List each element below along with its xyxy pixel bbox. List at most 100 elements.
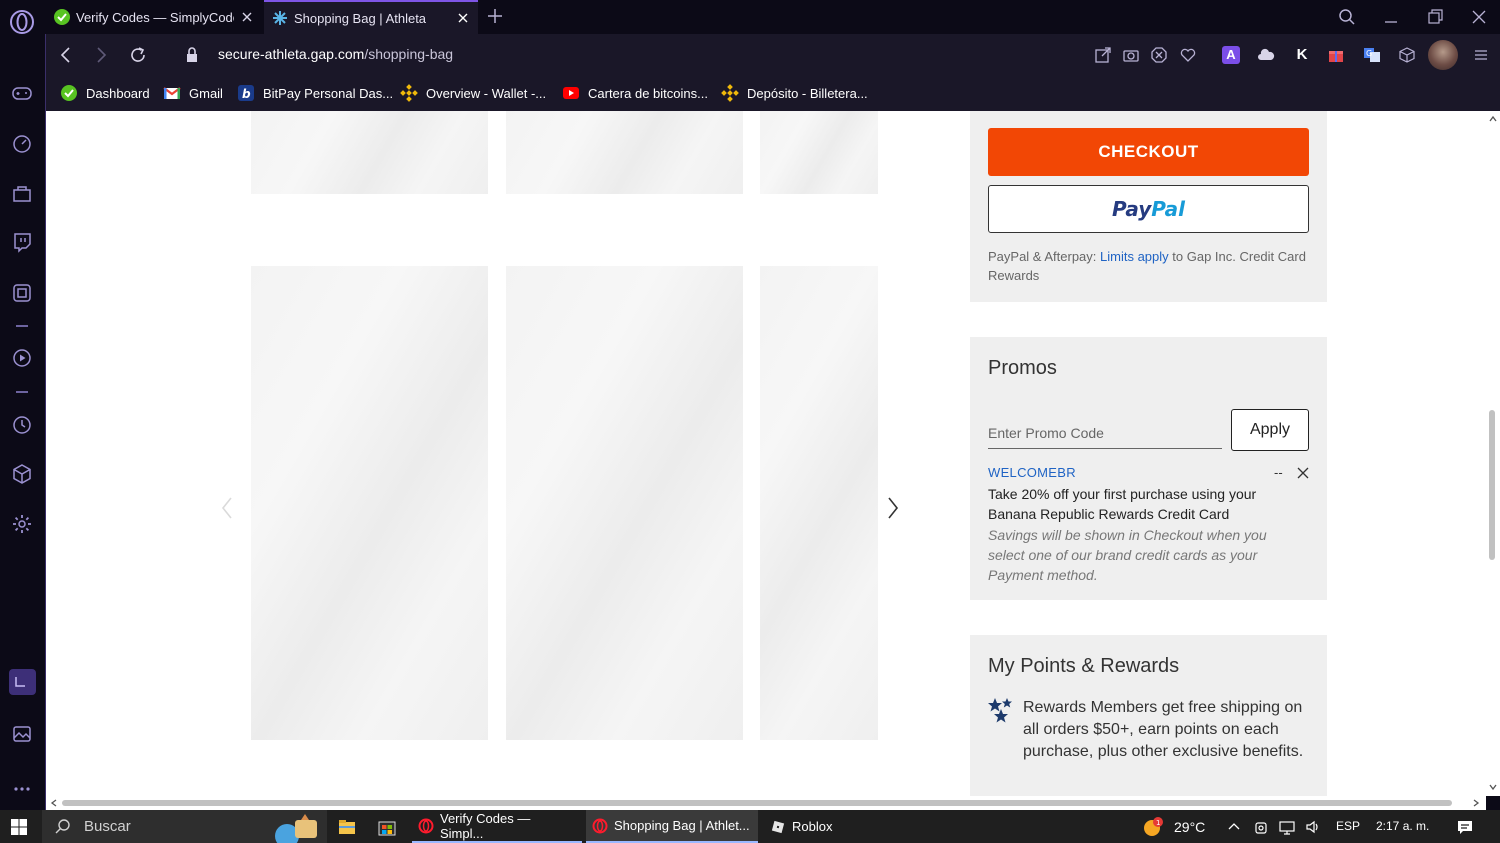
restore-icon[interactable] xyxy=(1426,8,1444,26)
carousel-prev-icon[interactable] xyxy=(218,495,236,521)
close-tab-icon[interactable] xyxy=(240,10,254,24)
applied-promo-amount: -- xyxy=(1274,465,1283,480)
taskbar-app-roblox[interactable]: Roblox xyxy=(764,810,844,843)
twitch-icon[interactable] xyxy=(11,231,33,253)
workspace-icon[interactable] xyxy=(9,669,36,695)
paypal-button[interactable]: Pay Pal xyxy=(988,185,1309,233)
bookmark-label: Gmail xyxy=(189,85,223,101)
svg-text:1: 1 xyxy=(1156,819,1160,827)
checkout-button[interactable]: CHECKOUT xyxy=(988,128,1309,176)
taskbar-clock[interactable]: 2:17 a. m. xyxy=(1376,819,1429,833)
gallery-icon[interactable] xyxy=(11,723,33,745)
tab-title: Verify Codes — SimplyCodes xyxy=(76,9,234,25)
url-field[interactable]: secure-athleta.gap.com/shopping-bag xyxy=(218,46,453,62)
tab-bar: Verify Codes — SimplyCodes Shopping Bag … xyxy=(0,0,1500,34)
back-icon[interactable] xyxy=(56,45,76,65)
product-image-placeholder[interactable] xyxy=(506,111,743,194)
remove-promo-icon[interactable] xyxy=(1296,466,1310,480)
send-icon[interactable] xyxy=(1094,46,1112,64)
shopping-icon[interactable] xyxy=(11,182,33,204)
scroll-down-icon[interactable] xyxy=(1488,782,1498,792)
product-image-placeholder[interactable] xyxy=(760,111,878,194)
bookmark-label: Cartera de bitcoins... xyxy=(588,85,708,101)
profile-avatar[interactable] xyxy=(1428,40,1458,70)
limits-apply-link[interactable]: Limits apply xyxy=(1100,249,1169,264)
sidebar-separator xyxy=(16,325,28,327)
volume-icon[interactable] xyxy=(1305,819,1321,835)
input-language[interactable]: ESP xyxy=(1336,819,1360,833)
taskbar-search[interactable]: Buscar xyxy=(42,810,327,843)
menu-icon[interactable] xyxy=(1472,46,1490,64)
taskbar-app-verify-codes[interactable]: Verify Codes — Simpl... xyxy=(412,810,582,843)
bookmark-cartera[interactable]: Cartera de bitcoins... xyxy=(562,83,708,103)
bookmark-deposito[interactable]: Depósito - Billetera... xyxy=(721,83,868,103)
translate-icon[interactable]: G xyxy=(1363,46,1381,64)
camera-icon[interactable] xyxy=(1122,46,1140,64)
tab-simplycodes[interactable]: Verify Codes — SimplyCodes xyxy=(46,0,262,34)
search-tabs-icon[interactable] xyxy=(1338,8,1356,26)
taskbar-app-shopping-bag[interactable]: Shopping Bag | Athlet... xyxy=(586,810,758,843)
paypal-logo-text: Pal xyxy=(1151,197,1186,221)
reload-icon[interactable] xyxy=(128,45,148,65)
extension-a-icon[interactable]: A xyxy=(1222,46,1240,64)
adblock-icon[interactable] xyxy=(1150,46,1168,64)
speed-dial-icon[interactable] xyxy=(11,132,33,154)
bitpay-icon: b xyxy=(238,85,254,101)
search-highlight-icon xyxy=(275,814,317,843)
scroll-up-icon[interactable] xyxy=(1488,114,1498,124)
opera-icon xyxy=(592,818,608,833)
product-image-placeholder[interactable] xyxy=(251,266,488,740)
close-tab-icon[interactable] xyxy=(456,11,470,25)
product-image-placeholder[interactable] xyxy=(760,266,878,740)
cloud-icon[interactable] xyxy=(1257,46,1275,64)
microsoft-store-icon[interactable] xyxy=(378,818,396,836)
forward-icon[interactable] xyxy=(91,45,111,65)
weather-widget[interactable]: 1 29°C xyxy=(1140,817,1205,837)
bookmark-gmail[interactable]: Gmail xyxy=(163,83,223,103)
tab-athleta[interactable]: Shopping Bag | Athleta xyxy=(264,0,478,34)
settings-icon[interactable] xyxy=(11,513,33,535)
product-image-placeholder[interactable] xyxy=(506,266,743,740)
vertical-scroll-thumb[interactable] xyxy=(1489,410,1495,560)
cube-icon[interactable] xyxy=(11,463,33,485)
extensions-cube-icon[interactable] xyxy=(1398,46,1416,64)
meet-now-icon[interactable] xyxy=(1253,819,1269,835)
bookmark-binance-overview[interactable]: Overview - Wallet -... xyxy=(400,83,546,103)
search-icon xyxy=(55,819,70,834)
promo-code-input[interactable] xyxy=(988,413,1222,449)
url-path: /shopping-bag xyxy=(364,46,454,62)
rewards-stars-icon xyxy=(988,698,1012,723)
windows-start-icon[interactable] xyxy=(10,818,28,836)
scroll-left-icon[interactable] xyxy=(49,798,59,808)
more-icon[interactable] xyxy=(11,778,33,800)
gamepad-icon[interactable] xyxy=(11,82,33,104)
extension-k-icon[interactable]: K xyxy=(1293,46,1311,64)
simplycodes-icon xyxy=(61,85,77,101)
product-image-placeholder[interactable] xyxy=(251,111,488,194)
notifications-icon[interactable] xyxy=(1456,818,1474,836)
bookmark-dashboard[interactable]: Dashboard xyxy=(60,83,150,103)
bookmark-label: Depósito - Billetera... xyxy=(747,85,868,101)
close-window-icon[interactable] xyxy=(1470,8,1488,26)
opera-logo-icon[interactable] xyxy=(9,9,35,35)
horizontal-scroll-thumb[interactable] xyxy=(62,800,1452,806)
extensions-icon[interactable] xyxy=(11,282,33,304)
bookmark-label: Overview - Wallet -... xyxy=(426,85,547,101)
carousel-next-icon[interactable] xyxy=(884,495,902,521)
opera-icon xyxy=(418,818,434,833)
lock-icon[interactable] xyxy=(182,45,202,65)
network-icon[interactable] xyxy=(1279,819,1295,835)
tray-chevron-up-icon[interactable] xyxy=(1226,819,1242,835)
heart-icon[interactable] xyxy=(1179,46,1197,64)
apply-promo-button[interactable]: Apply xyxy=(1231,409,1309,451)
taskbar-app-label: Shopping Bag | Athlet... xyxy=(614,818,750,833)
bookmark-bitpay[interactable]: b BitPay Personal Das... xyxy=(237,83,393,103)
gift-icon[interactable] xyxy=(1327,46,1345,64)
file-explorer-icon[interactable] xyxy=(338,818,356,836)
player-icon[interactable] xyxy=(11,347,33,369)
new-tab-icon[interactable] xyxy=(486,7,504,25)
minimize-icon[interactable] xyxy=(1382,8,1400,26)
history-icon[interactable] xyxy=(11,414,33,436)
scroll-right-icon[interactable] xyxy=(1471,798,1481,808)
page-content: CHECKOUT Pay Pal PayPal & Afterpay: Limit… xyxy=(46,111,1486,796)
